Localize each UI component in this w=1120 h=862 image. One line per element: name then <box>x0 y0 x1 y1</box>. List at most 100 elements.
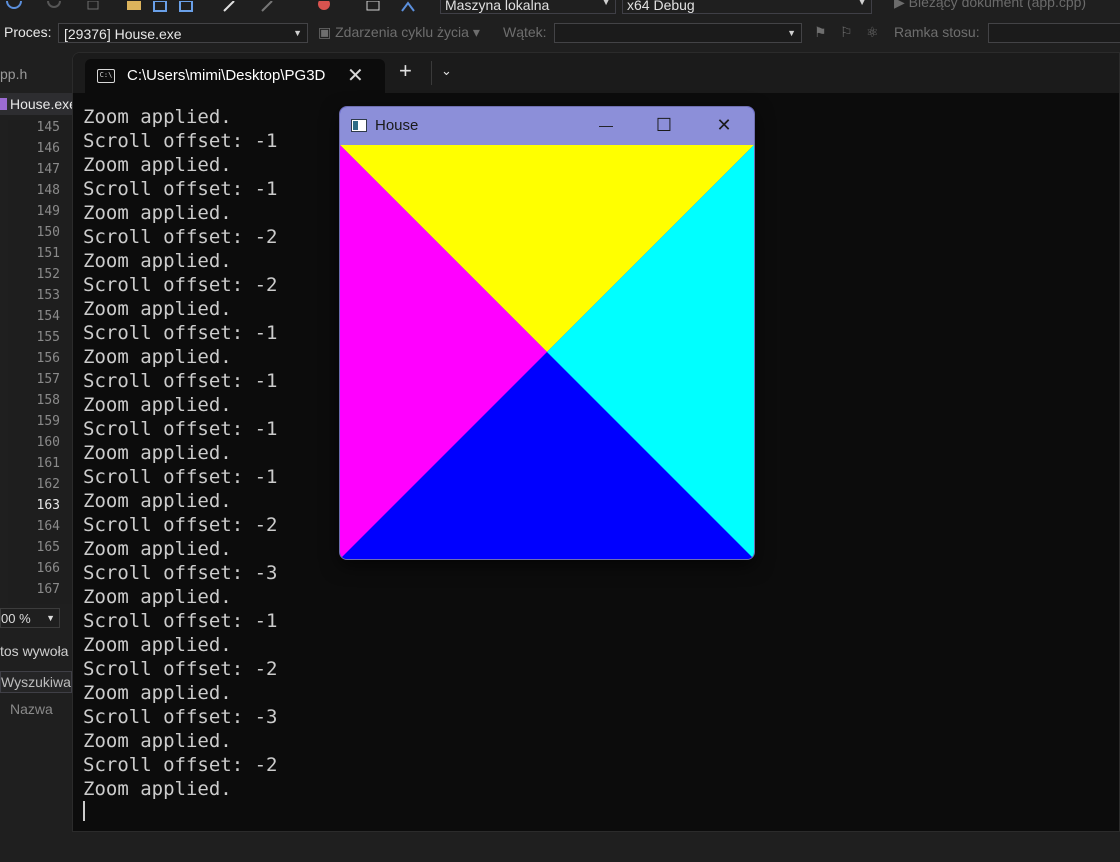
terminal-line: Zoom applied. <box>83 538 232 560</box>
process-label: Proces: <box>4 24 52 40</box>
chevron-down-icon: ▼ <box>787 28 796 38</box>
terminal-line: Zoom applied. <box>83 682 232 704</box>
line-number: 147 <box>36 162 60 177</box>
new-project-icon[interactable] <box>86 0 102 12</box>
config-combo[interactable]: x64 Debug ▼ <box>622 0 872 14</box>
terminal-line: Scroll offset: -2 <box>83 754 278 776</box>
terminal-line: Scroll offset: -1 <box>83 322 278 344</box>
line-number: 166 <box>36 561 60 576</box>
machine-combo[interactable]: Maszyna lokalna ▼ <box>440 0 616 14</box>
name-column-header[interactable]: Nazwa <box>10 701 53 717</box>
minimize-button[interactable]: — <box>588 113 624 139</box>
process-combo[interactable]: [29376] House.exe ▼ <box>58 23 308 43</box>
terminal-tab-title: C:\Users\mimi\Desktop\PG3D <box>127 67 326 84</box>
zoom-combo[interactable]: 00 % ▼ <box>0 608 60 628</box>
line-number: 156 <box>36 351 60 366</box>
chevron-down-icon[interactable]: ⌄ <box>441 63 452 79</box>
file-tab-house-exe[interactable]: House.exe <box>0 93 77 115</box>
chevron-down-icon: ▼ <box>857 0 867 8</box>
close-button[interactable]: ✕ <box>706 113 742 139</box>
line-number: 149 <box>36 204 60 219</box>
line-number: 154 <box>36 309 60 324</box>
flag-threads-icon[interactable]: ⚐ <box>840 24 853 41</box>
line-number: 157 <box>36 372 60 387</box>
terminal-line: Scroll offset: -2 <box>83 514 278 536</box>
line-number: 162 <box>36 477 60 492</box>
terminal-line: Scroll offset: -1 <box>83 178 278 200</box>
file-tab-label: House.exe <box>10 96 77 112</box>
terminal-line: Zoom applied. <box>83 154 232 176</box>
line-number: 145 <box>36 120 60 135</box>
render-canvas[interactable] <box>340 145 754 559</box>
undo-icon[interactable] <box>6 0 22 12</box>
current-document-button[interactable]: ▶ Bieżący dokument (app.cpp) <box>894 0 1086 11</box>
app-window-icon <box>351 119 367 132</box>
current-document-label: Bieżący dokument (app.cpp) <box>908 0 1087 10</box>
line-number: 151 <box>36 246 60 261</box>
terminal-line: Scroll offset: -3 <box>83 562 278 584</box>
terminal-line: Scroll offset: -2 <box>83 274 278 296</box>
terminal-line: Zoom applied. <box>83 490 232 512</box>
tab-separator <box>431 61 432 85</box>
file-icon <box>0 98 7 110</box>
terminal-line: Zoom applied. <box>83 298 232 320</box>
debug-icon[interactable] <box>316 0 332 12</box>
home-icon[interactable] <box>400 0 416 12</box>
copy-icon[interactable] <box>260 0 276 12</box>
lifecycle-icon: ▣ <box>318 24 332 40</box>
line-number: 146 <box>36 141 60 156</box>
zoom-value: 00 % <box>1 611 31 626</box>
terminal-line: Zoom applied. <box>83 442 232 464</box>
save-icon[interactable] <box>152 0 168 12</box>
thread-combo[interactable]: ▼ <box>554 23 802 43</box>
close-tab-icon[interactable]: ✕ <box>347 63 364 88</box>
chevron-down-icon: ▼ <box>46 613 55 623</box>
maximize-button[interactable]: ☐ <box>646 113 682 139</box>
line-number: 164 <box>36 519 60 534</box>
thread-label: Wątek: <box>503 24 547 40</box>
terminal-line: Scroll offset: -1 <box>83 610 278 632</box>
console-icon: C:\ <box>97 69 115 83</box>
terminal-line: Scroll offset: -3 <box>83 706 278 728</box>
terminal-output[interactable]: Zoom applied. Scroll offset: -1 Zoom appli… <box>83 105 277 801</box>
search-field[interactable]: Wyszukiwan <box>0 671 72 693</box>
terminal-line: Scroll offset: -1 <box>83 418 278 440</box>
line-number: 167 <box>36 582 60 597</box>
stack-frame-combo[interactable] <box>988 23 1120 43</box>
terminal-line: Zoom applied. <box>83 730 232 752</box>
cut-icon[interactable] <box>222 0 238 12</box>
terminal-line: Scroll offset: -2 <box>83 658 278 680</box>
terminal-line: Zoom applied. <box>83 346 232 368</box>
config-combo-label: x64 Debug <box>627 0 695 13</box>
line-number: 150 <box>36 225 60 240</box>
terminal-tab[interactable]: C:\ C:\Users\mimi\Desktop\PG3D ✕ <box>85 59 385 93</box>
terminal-line: Zoom applied. <box>83 202 232 224</box>
process-value: [29376] House.exe <box>64 26 182 42</box>
line-number: 152 <box>36 267 60 282</box>
house-window[interactable]: House — ☐ ✕ <box>339 106 755 560</box>
line-number: 160 <box>36 435 60 450</box>
open-folder-icon[interactable] <box>126 0 142 12</box>
text-cursor <box>83 801 85 821</box>
terminal-line: Scroll offset: -2 <box>83 226 278 248</box>
lifecycle-events-button[interactable]: ▣ Zdarzenia cyklu życia ▾ <box>318 24 480 41</box>
terminal-line: Zoom applied. <box>83 250 232 272</box>
line-number: 153 <box>36 288 60 303</box>
new-tab-icon[interactable]: + <box>399 60 412 82</box>
vs-toolbar: Maszyna lokalna ▼ x64 Debug ▼ ▶ Bieżący … <box>0 0 1120 18</box>
call-stack-label[interactable]: tos wywoła <box>0 643 68 659</box>
terminal-line: Scroll offset: -1 <box>83 370 278 392</box>
line-number: 165 <box>36 540 60 555</box>
terminal-line: Zoom applied. <box>83 586 232 608</box>
flag-thread-icon[interactable]: ⚑ <box>814 24 827 41</box>
lifecycle-events-label: Zdarzenia cyklu życia <box>335 24 469 40</box>
find-icon[interactable] <box>366 0 382 12</box>
redo-icon[interactable] <box>46 0 62 12</box>
house-titlebar[interactable]: House — ☐ ✕ <box>340 107 754 145</box>
terminal-titlebar[interactable]: C:\ C:\Users\mimi\Desktop\PG3D ✕ + ⌄ <box>73 53 1119 93</box>
line-number: 158 <box>36 393 60 408</box>
terminal-line: Scroll offset: -1 <box>83 130 278 152</box>
file-tab-header[interactable]: pp.h <box>0 66 27 82</box>
save-all-icon[interactable] <box>178 0 194 12</box>
terminal-line: Zoom applied. <box>83 634 232 656</box>
